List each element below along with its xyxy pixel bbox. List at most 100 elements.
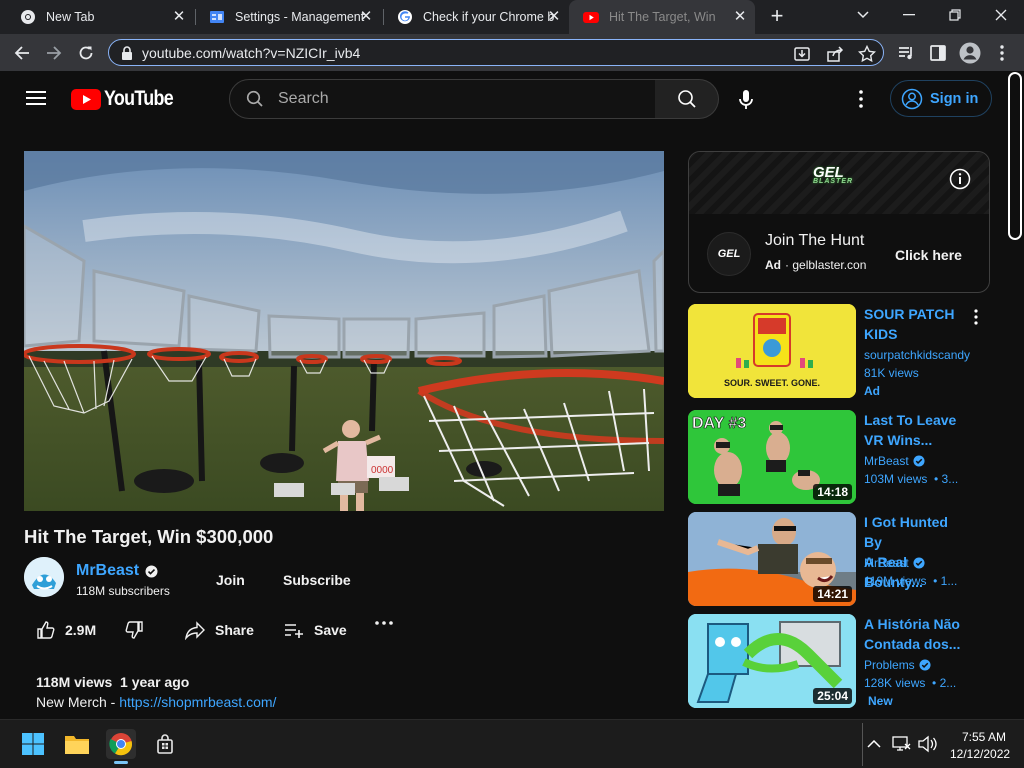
- new-tab-button[interactable]: +: [765, 5, 789, 29]
- more-options-icon[interactable]: [972, 308, 980, 326]
- more-actions-button[interactable]: [374, 620, 403, 626]
- view-count-date: 118M views 1 year ago: [36, 674, 190, 690]
- tab-settings[interactable]: Settings - Management ✕: [195, 0, 381, 34]
- verified-check-icon: [913, 455, 925, 467]
- start-button[interactable]: [18, 729, 48, 759]
- profile-avatar-icon[interactable]: [959, 42, 981, 64]
- close-tab-icon[interactable]: ✕: [545, 8, 563, 26]
- browser-toolbar: youtube.com/watch?v=NZICIr_ivb4: [0, 34, 1024, 71]
- url-text[interactable]: youtube.com/watch?v=NZICIr_ivb4: [142, 45, 360, 61]
- volume-button[interactable]: [915, 729, 939, 759]
- recommended-views: 128K views • 2...: [864, 676, 957, 690]
- taskbar-store[interactable]: [150, 729, 180, 759]
- tab-check-chrome[interactable]: Check if your Chrome b ✕: [383, 0, 569, 34]
- dislike-button[interactable]: [124, 620, 153, 640]
- folder-icon: [65, 736, 89, 754]
- ad-domain: gelblaster.con: [792, 258, 867, 272]
- hamburger-menu-icon[interactable]: [26, 90, 46, 106]
- restore-button[interactable]: [932, 0, 978, 30]
- sign-in-button[interactable]: Sign in: [890, 80, 992, 117]
- recommended-video-title[interactable]: SOUR PATCH KIDS: [864, 304, 968, 344]
- recommended-channel[interactable]: sourpatchkidscandy: [864, 348, 970, 362]
- settings-more-icon[interactable]: [856, 89, 866, 109]
- close-window-button[interactable]: [978, 0, 1024, 30]
- search-icon: [246, 90, 263, 107]
- recommended-channel[interactable]: Problems: [864, 658, 931, 672]
- thumbs-down-icon: [125, 621, 143, 639]
- merch-link[interactable]: https://shopmrbeast.com/: [119, 694, 276, 710]
- channel-avatar[interactable]: [24, 557, 64, 597]
- recommended-video[interactable]: SOUR. SWEET. GONE. SOUR PATCH KIDS sourpa…: [688, 304, 990, 398]
- info-icon[interactable]: [949, 168, 971, 190]
- forward-button[interactable]: [41, 40, 67, 66]
- chrome-menu-icon[interactable]: [994, 43, 1010, 63]
- ad-banner-image[interactable]: GEL BLASTER: [689, 152, 989, 214]
- recommended-channel[interactable]: MrBeast: [864, 556, 925, 570]
- advertiser-logo[interactable]: GEL: [707, 232, 751, 276]
- network-status-button[interactable]: [891, 729, 913, 759]
- show-hidden-icons-button[interactable]: [861, 729, 887, 759]
- bookmark-star-icon[interactable]: [858, 45, 876, 63]
- tab-search-button[interactable]: [840, 0, 886, 30]
- lock-icon[interactable]: [121, 46, 133, 60]
- video-thumbnail[interactable]: SOUR. SWEET. GONE.: [688, 304, 856, 398]
- close-tab-icon[interactable]: ✕: [170, 8, 188, 26]
- tab-youtube-video[interactable]: Hit The Target, Win ✕: [569, 0, 755, 34]
- recommended-views: 103M views • 3...: [864, 472, 959, 486]
- restore-icon: [949, 9, 961, 21]
- new-badge: New: [868, 694, 893, 708]
- recommended-video-title[interactable]: A História Não Contada dos...: [864, 614, 968, 654]
- verified-check-icon: [145, 565, 158, 577]
- recommended-video[interactable]: 25:04 A História Não Contada dos... Probl…: [688, 614, 990, 708]
- video-duration: 14:18: [813, 484, 852, 500]
- page-scrollbar-thumb[interactable]: [1008, 72, 1022, 240]
- install-app-icon[interactable]: [793, 45, 811, 63]
- clock-time[interactable]: 7:55 AM: [962, 730, 1006, 744]
- subscribe-button[interactable]: Subscribe: [283, 572, 351, 588]
- save-label: Save: [314, 622, 347, 638]
- recommended-channel[interactable]: MrBeast: [864, 454, 925, 468]
- close-tab-icon[interactable]: ✕: [357, 8, 375, 26]
- ad-cta-button[interactable]: Click here: [895, 247, 962, 263]
- subscriber-count: 118M subscribers: [76, 584, 170, 598]
- video-thumbnail[interactable]: 25:04: [688, 614, 856, 708]
- windows-logo-icon: [22, 733, 44, 755]
- close-tab-icon[interactable]: ✕: [731, 8, 749, 26]
- share-page-icon[interactable]: [826, 45, 844, 63]
- media-control-icon[interactable]: [896, 43, 916, 63]
- video-player[interactable]: 0000: [24, 151, 664, 511]
- microphone-icon[interactable]: [734, 88, 758, 112]
- mrbeast-avatar-icon: [24, 557, 64, 597]
- channel-name[interactable]: MrBeast: [76, 562, 158, 580]
- minimize-button[interactable]: [886, 0, 932, 30]
- chevron-down-icon: [857, 11, 869, 19]
- video-thumbnail[interactable]: DAY #3 14:18: [688, 410, 856, 504]
- taskbar-file-explorer[interactable]: [62, 729, 92, 759]
- youtube-logo[interactable]: YouTube: [71, 87, 185, 111]
- tab-new-tab[interactable]: New Tab ✕: [6, 0, 194, 34]
- ad-title[interactable]: Join The Hunt: [765, 232, 864, 250]
- address-bar[interactable]: youtube.com/watch?v=NZICIr_ivb4: [108, 39, 884, 66]
- clock-date[interactable]: 12/12/2022: [950, 747, 1010, 761]
- recommended-video[interactable]: DAY #3 14:18 Last To Leave VR Wins... MrB…: [688, 410, 990, 504]
- recommended-video-title[interactable]: Last To Leave VR Wins...: [864, 410, 968, 450]
- video-thumbnail[interactable]: 14:21: [688, 512, 856, 606]
- channel-name-text[interactable]: MrBeast: [76, 562, 139, 580]
- share-arrow-icon: [184, 621, 205, 640]
- recommended-video[interactable]: 14:21 I Got Hunted By A Real Bounty... Mr…: [688, 512, 990, 606]
- thumbnail-caption: DAY #3: [692, 415, 746, 432]
- search-input[interactable]: Search: [229, 79, 656, 119]
- reload-button[interactable]: [73, 40, 99, 66]
- search-button[interactable]: [655, 79, 719, 119]
- save-button[interactable]: Save: [283, 620, 347, 640]
- side-panel-icon[interactable]: [928, 43, 948, 63]
- join-button[interactable]: Join: [216, 572, 245, 588]
- like-button[interactable]: 2.9M: [36, 620, 96, 640]
- share-button[interactable]: Share: [184, 620, 254, 640]
- sponsored-ad-card[interactable]: GEL BLASTER GEL Join The Hunt Ad · gelblas…: [688, 151, 990, 293]
- back-button[interactable]: [9, 40, 35, 66]
- taskbar-chrome[interactable]: [106, 729, 136, 759]
- arrow-right-icon: [47, 46, 62, 60]
- thumbnail-caption: SOUR. SWEET. GONE.: [724, 378, 820, 388]
- more-horizontal-icon: [375, 621, 393, 625]
